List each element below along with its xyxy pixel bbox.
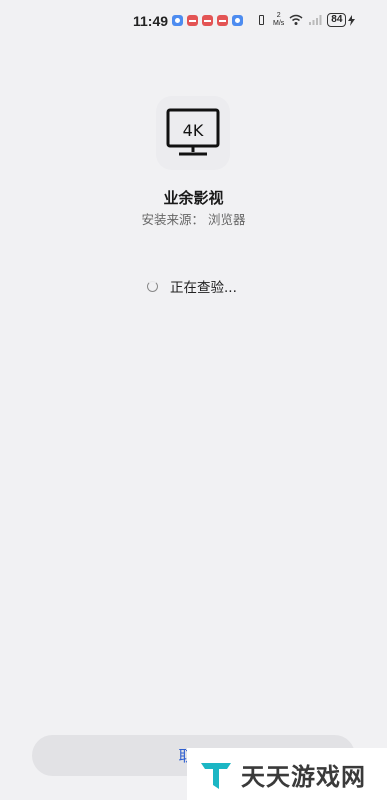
system-icons: 2 M/s 84 [256, 12, 356, 28]
install-source-value: 浏览器 [208, 212, 246, 227]
loading-spinner-icon [147, 280, 158, 292]
app-name: 业余影视 [163, 189, 224, 207]
notification-icons [172, 15, 243, 26]
watermark-text: 天天游戏网 [241, 762, 366, 791]
notification-app-icon [232, 15, 243, 26]
tv-4k-icon: 4K [166, 108, 220, 156]
status-bar: 11:49 2 M/s 84 [0, 0, 387, 44]
app-icon-label: 4K [183, 121, 204, 140]
network-speed-unit: M/s [273, 20, 285, 27]
network-speed: 2 M/s [273, 12, 284, 28]
watermark-logo-icon [201, 763, 231, 789]
install-source: 安装来源： 浏览器 [0, 209, 387, 228]
battery-indicator: 84 [327, 13, 356, 27]
checking-text: 正在查验... [170, 280, 237, 296]
vibrate-icon [256, 14, 268, 26]
battery-level: 84 [327, 13, 347, 27]
notification-app-icon [217, 15, 228, 26]
checking-status: 正在查验... [147, 276, 237, 296]
notification-app-icon [172, 15, 183, 26]
signal-icon [309, 15, 322, 25]
wifi-icon [289, 14, 303, 25]
notification-app-icon [202, 15, 213, 26]
network-speed-value: 2 [276, 12, 281, 19]
charging-icon [348, 14, 356, 26]
app-icon: 4K [156, 96, 230, 170]
notification-app-icon [187, 15, 198, 26]
install-source-label: 安装来源： [141, 212, 204, 227]
status-time: 11:49 [133, 13, 169, 29]
watermark: 天天游戏网 [187, 748, 387, 800]
